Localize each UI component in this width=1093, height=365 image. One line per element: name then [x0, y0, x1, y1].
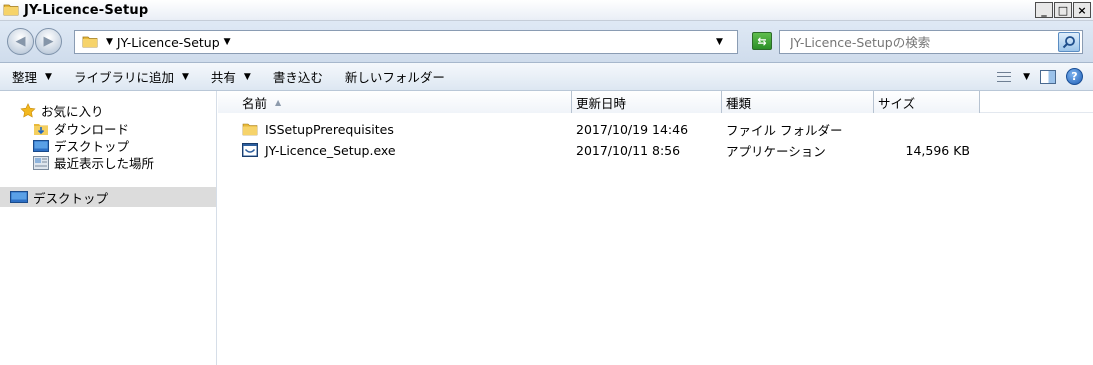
view-controls: ▼ ?: [995, 68, 1083, 85]
folder-icon: [82, 34, 98, 51]
file-name-cell: ISSetupPrerequisites: [218, 122, 572, 137]
search-box: [779, 30, 1083, 54]
forward-button[interactable]: ▶: [35, 28, 62, 55]
chevron-down-icon[interactable]: ▼: [1023, 72, 1030, 82]
share-label: 共有: [210, 70, 236, 85]
nav-desktop[interactable]: デスクトップ: [0, 187, 216, 207]
organize-menu[interactable]: 整理 ▼: [12, 67, 52, 86]
column-name-label: 名前: [242, 95, 268, 111]
file-list: 名前 ▲ 更新日時 種類 サイズ ISSetupPrerequisites 20…: [218, 91, 1093, 365]
desktop-icon: [10, 191, 28, 203]
minimize-button[interactable]: _: [1035, 2, 1053, 18]
breadcrumb-chevron-icon[interactable]: ▼: [106, 37, 113, 47]
address-bar[interactable]: ▼ JY-Licence-Setup ▼: [74, 30, 738, 54]
title-bar[interactable]: JY-Licence-Setup _ □ ×: [0, 0, 1093, 21]
star-icon: [20, 103, 36, 118]
downloads-folder-icon: [33, 122, 49, 136]
nav-recent-places[interactable]: 最近表示した場所: [33, 153, 154, 172]
organize-label: 整理: [12, 70, 38, 85]
new-folder-label: 新しいフォルダー: [344, 70, 445, 85]
burn-label: 書き込む: [272, 70, 323, 85]
column-type-label: 種類: [726, 95, 752, 111]
recent-places-icon: [33, 155, 49, 170]
nav-desktop-label: デスクトップ: [33, 190, 109, 206]
file-name: JY-Licence_Setup.exe: [265, 142, 396, 158]
address-dropdown-icon[interactable]: ▼: [716, 37, 723, 47]
column-type[interactable]: 種類: [722, 91, 874, 113]
back-button[interactable]: ◀: [7, 28, 34, 55]
file-size: 14,596 KB: [905, 142, 970, 158]
window-title: JY-Licence-Setup: [24, 2, 149, 18]
desktop-icon: [33, 139, 49, 152]
help-icon[interactable]: ?: [1066, 68, 1083, 85]
chevron-down-icon: ▼: [181, 71, 189, 82]
view-options-icon[interactable]: [995, 70, 1013, 84]
table-row[interactable]: ISSetupPrerequisites 2017/10/19 14:46 ファ…: [218, 119, 1093, 139]
column-date[interactable]: 更新日時: [572, 91, 722, 113]
folder-icon: [242, 122, 258, 136]
close-button[interactable]: ×: [1073, 2, 1091, 18]
column-name[interactable]: 名前 ▲: [218, 91, 572, 113]
column-size-label: サイズ: [878, 95, 916, 111]
burn-button[interactable]: 書き込む: [273, 67, 323, 86]
search-icon: [1062, 36, 1075, 49]
column-header: 名前 ▲ 更新日時 種類 サイズ: [218, 91, 1093, 113]
nav-favorites[interactable]: お気に入り: [20, 101, 104, 120]
file-type: ファイル フォルダー: [726, 122, 843, 138]
file-type: アプリケーション: [726, 143, 826, 159]
share-menu[interactable]: 共有 ▼: [211, 67, 251, 86]
window-controls: _ □ ×: [1035, 2, 1091, 18]
back-arrow-icon: ◀: [15, 34, 26, 49]
search-input[interactable]: [790, 34, 1052, 50]
folder-icon: [3, 2, 19, 19]
maximize-button[interactable]: □: [1054, 2, 1072, 18]
chevron-down-icon: ▼: [45, 71, 52, 82]
add-to-library-menu[interactable]: ライブラリに追加 ▼: [74, 67, 189, 86]
add-to-library-label: ライブラリに追加: [73, 70, 174, 85]
forward-arrow-icon: ▶: [43, 34, 54, 49]
preview-pane-icon[interactable]: [1040, 69, 1056, 84]
breadcrumb-chevron-icon[interactable]: ▼: [224, 37, 231, 47]
nav-recent-places-label: 最近表示した場所: [54, 156, 155, 171]
column-date-label: 更新日時: [576, 95, 627, 111]
nav-buttons: ◀ ▶: [7, 28, 63, 56]
nav-favorites-label: お気に入り: [41, 104, 104, 119]
chevron-down-icon: ▼: [243, 71, 251, 82]
file-name: ISSetupPrerequisites: [265, 121, 394, 137]
file-name-cell: JY-Licence_Setup.exe: [218, 143, 572, 158]
address-row: ◀ ▶ ▼ JY-Licence-Setup ▼ ▼ ⇆: [0, 21, 1093, 63]
navigation-pane: お気に入り ダウンロード デスクトップ 最近表示した場所 デスクトップ: [0, 91, 217, 365]
table-row[interactable]: JY-Licence_Setup.exe 2017/10/11 8:56 アプリ…: [218, 140, 1093, 160]
refresh-button[interactable]: ⇆: [752, 32, 772, 50]
new-folder-button[interactable]: 新しいフォルダー: [345, 67, 445, 86]
file-date: 2017/10/11 8:56: [576, 142, 681, 158]
search-button[interactable]: [1058, 32, 1080, 52]
sort-up-icon: ▲: [275, 97, 282, 107]
command-bar: 整理 ▼ ライブラリに追加 ▼ 共有 ▼ 書き込む 新しいフォルダー ▼ ?: [0, 63, 1093, 91]
breadcrumb-item[interactable]: JY-Licence-Setup: [117, 35, 220, 50]
application-icon: [242, 143, 258, 157]
refresh-icon: ⇆: [757, 34, 767, 48]
column-size[interactable]: サイズ: [874, 91, 980, 113]
file-date: 2017/10/19 14:46: [576, 121, 689, 137]
